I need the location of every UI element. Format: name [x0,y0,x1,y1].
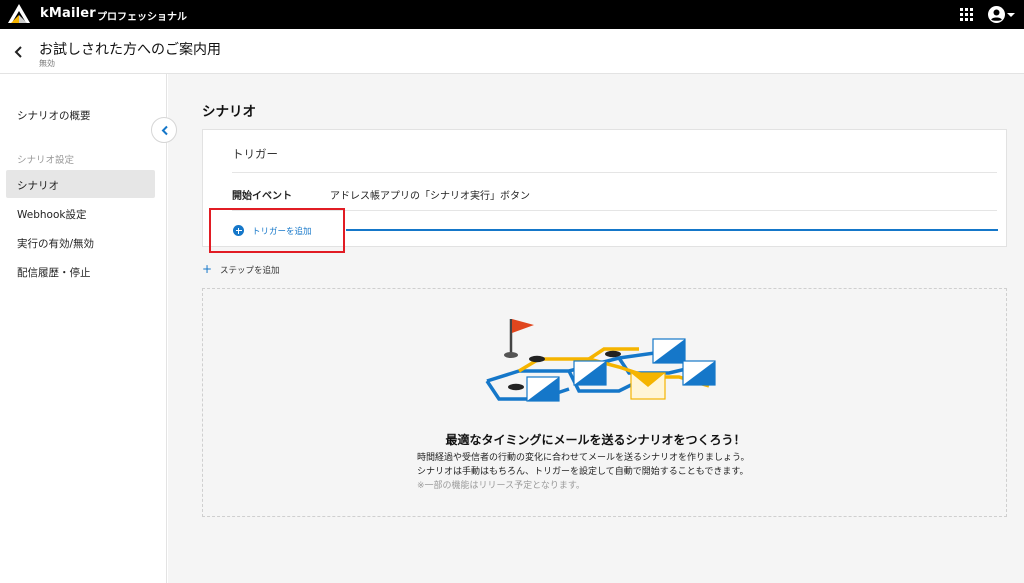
start-event-value: アドレス帳アプリの「シナリオ実行」ボタン [330,191,530,202]
status-label: 無効 [39,59,55,68]
chevron-left-icon [161,125,168,136]
chevron-down-icon[interactable] [1007,13,1015,17]
top-bar: kMailer プロフェッショナル [0,0,1024,29]
sidebar-item-overview[interactable]: シナリオの概要 [6,100,155,128]
envelope-icon [573,360,607,386]
start-event-label: 開始イベント [232,191,292,202]
highlight-annotation-box [209,208,345,253]
trigger-heading: トリガー [232,147,278,161]
sidebar-item-webhook[interactable]: Webhook設定 [6,199,155,227]
page-title: お試しされた方へのご案内用 [39,42,221,58]
envelope-icon [682,360,716,386]
plus-icon: + [202,262,213,276]
trigger-card: トリガー 開始イベント アドレス帳アプリの「シナリオ実行」ボタン トリガーを追加 [202,129,1007,253]
plan-label: プロフェッショナル [97,12,187,23]
divider [232,172,997,173]
description-line: シナリオは手動はもちろん、トリガーを設定して自動で開始することもできます。 [417,467,749,477]
scenario-illustration [485,319,716,402]
empty-state-panel: 最適なタイミングにメールを送るシナリオをつくろう！ 時間経過や受信者の行動の変化… [202,288,1007,517]
apps-grid-icon[interactable] [960,8,973,21]
sidebar-item-enable-toggle[interactable]: 実行の有効/無効 [6,228,155,256]
sidebar-collapse-button[interactable] [151,117,177,143]
main-content: シナリオ トリガー 開始イベント アドレス帳アプリの「シナリオ実行」ボタン トリ… [168,74,1024,583]
sidebar-item-delivery-history[interactable]: 配信履歴・停止 [6,257,155,285]
section-title: シナリオ [202,104,256,120]
sidebar: シナリオの概要 シナリオ設定 シナリオ Webhook設定 実行の有効/無効 配… [0,74,167,583]
empty-state-description: 時間経過や受信者の行動の変化に合わせてメールを送るシナリオを作りましょう。 シナ… [417,451,749,493]
back-arrow-icon[interactable] [12,45,26,59]
envelope-icon [526,376,560,402]
timeline-line [346,229,998,231]
release-note: ※一部の機能はリリース予定となります。 [417,481,585,491]
account-circle-icon[interactable] [988,6,1005,23]
description-line: 時間経過や受信者の行動の変化に合わせてメールを送るシナリオを作りましょう。 [417,453,750,463]
page-header: お試しされた方へのご案内用 無効 [0,29,1024,74]
kmailer-logo-icon[interactable] [7,3,31,25]
sidebar-item-scenario[interactable]: シナリオ [6,170,155,198]
envelope-icon [630,372,666,400]
brand-name: kMailer [40,6,96,21]
add-step-label: ステップを追加 [220,266,280,276]
divider [232,210,997,211]
sidebar-section-label: シナリオ設定 [17,155,75,166]
empty-state-heading: 最適なタイミングにメールを送るシナリオをつくろう！ [445,433,746,447]
envelope-icon [652,338,686,364]
